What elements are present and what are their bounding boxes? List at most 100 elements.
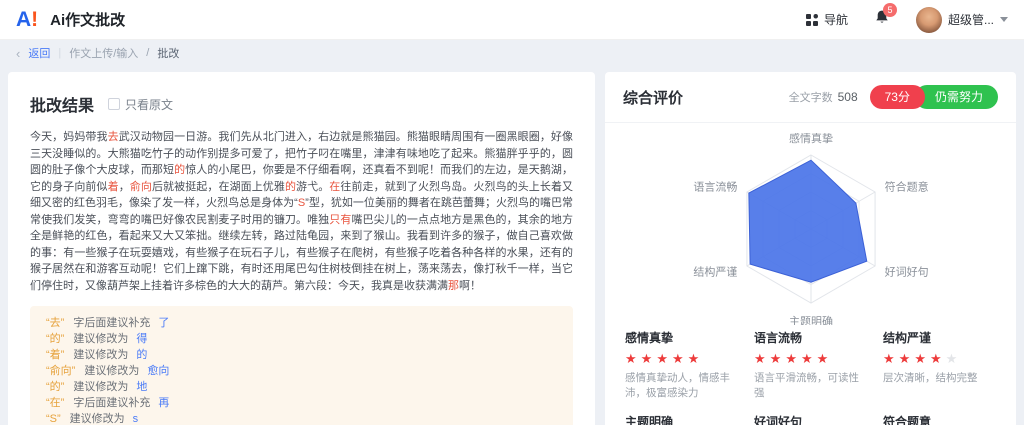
star-icon: ★ bbox=[688, 351, 704, 366]
user-name: 超级管... bbox=[948, 11, 994, 28]
suggestion-list: “去”字后面建议补充了“的”建议修改为得“着”建议修改为的“俞向”建议修改为愈向… bbox=[30, 306, 573, 425]
logo-letter: A bbox=[16, 8, 31, 32]
svg-text:语言流畅: 语言流畅 bbox=[693, 180, 737, 194]
essay-error-word[interactable]: 在 bbox=[329, 181, 340, 193]
suggestion-row[interactable]: “的”建议修改为地 bbox=[46, 379, 557, 395]
essay-error-word[interactable]: 只有 bbox=[329, 214, 351, 226]
suggestion-replacement: s bbox=[133, 413, 139, 425]
star-icon: ★ bbox=[946, 351, 962, 366]
rating-title: 感情真挚 bbox=[625, 329, 738, 346]
star-rating: ★★★★★ bbox=[625, 351, 738, 367]
apps-grid-icon bbox=[805, 13, 819, 27]
chevron-left-icon: ‹ bbox=[16, 46, 20, 61]
suggestion-row[interactable]: “着”建议修改为的 bbox=[46, 347, 557, 363]
nav-menu-button[interactable]: 导航 bbox=[805, 11, 848, 28]
star-rating: ★★★★★ bbox=[754, 351, 867, 367]
breadcrumb-back-link[interactable]: 返回 bbox=[28, 45, 50, 61]
suggestion-replacement: 愈向 bbox=[147, 365, 169, 377]
rating-title: 好词好句 bbox=[754, 413, 867, 425]
star-icon: ★ bbox=[914, 351, 930, 366]
suggestion-word: “的” bbox=[46, 381, 64, 393]
essay-text: 今天，妈妈带我 bbox=[30, 131, 108, 143]
suggestion-action: 字后面建议补充 bbox=[73, 317, 150, 329]
rating-block: 结构严谨★★★★★层次清晰，结构完整 bbox=[883, 329, 996, 401]
grade-badge: 仍需努力 bbox=[915, 85, 998, 109]
word-count-label: 全文字数 bbox=[789, 89, 833, 105]
rating-block: 语言流畅 ★★★★★ 语言平滑流畅，可读性强 bbox=[754, 329, 867, 401]
radar-chart-svg: 感情真挚符合题意好词好句主题明确结构严谨语言流畅 bbox=[631, 133, 991, 325]
word-count-value: 508 bbox=[838, 90, 858, 104]
rating-title: 结构严谨 bbox=[883, 329, 996, 346]
main-content: 批改结果 只看原文 今天，妈妈带我去武汉动物园一日游。我们先从北门进入，右边就是… bbox=[0, 66, 1024, 425]
star-icon: ★ bbox=[899, 351, 915, 366]
breadcrumb-separator: | bbox=[58, 47, 61, 59]
radar-chart: 感情真挚符合题意好词好句主题明确结构严谨语言流畅 bbox=[605, 123, 1016, 325]
essay-error-word[interactable]: 俞向 bbox=[130, 181, 152, 193]
rating-title: 主题明确 bbox=[625, 413, 738, 425]
breadcrumb-slash: / bbox=[146, 47, 149, 59]
svg-text:感情真挚: 感情真挚 bbox=[789, 133, 833, 145]
suggestion-replacement: 了 bbox=[158, 317, 169, 329]
rating-description: 感情真挚动人，情感丰沛，极富感染力 bbox=[625, 371, 738, 401]
breadcrumb-current: 批改 bbox=[157, 45, 179, 61]
essay-error-word[interactable]: 的 bbox=[174, 164, 185, 176]
view-original-checkbox[interactable]: 只看原文 bbox=[108, 96, 173, 113]
breadcrumb-section[interactable]: 作文上传/输入 bbox=[69, 45, 138, 61]
rating-block: 符合题意★★★★★能较好地把握题目要求，文章符合题意 bbox=[883, 413, 996, 425]
star-icon: ★ bbox=[801, 351, 817, 366]
suggestion-replacement: 得 bbox=[136, 333, 147, 345]
rating-block: 好词好句★★★★★能够适当运用好词好句，语言生动活泼 bbox=[754, 413, 867, 425]
rating-grid: 感情真挚★★★★★感情真挚动人，情感丰沛，极富感染力语言流畅★★★★★语言平滑流… bbox=[605, 325, 1016, 425]
evaluation-panel: 综合评价 全文字数 508 73分 仍需努力 感情真挚符合题意好词好句主题明确结… bbox=[605, 72, 1016, 425]
suggestion-action: 建议修改为 bbox=[84, 365, 139, 377]
essay-error-word[interactable]: 的 bbox=[285, 181, 296, 193]
rating-description: 层次清晰，结构完整 bbox=[883, 371, 996, 386]
correction-result-panel: 批改结果 只看原文 今天，妈妈带我去武汉动物园一日游。我们先从北门进入，右边就是… bbox=[8, 72, 595, 425]
app-logo: A! bbox=[16, 8, 38, 32]
suggestion-word: “S” bbox=[46, 413, 61, 425]
checkbox-label: 只看原文 bbox=[125, 96, 173, 113]
suggestion-row[interactable]: “的” 建议修改为得 bbox=[46, 331, 557, 347]
suggestion-row[interactable]: “S” 建议修改为 s bbox=[46, 411, 557, 425]
suggestion-action: 建议修改为 bbox=[70, 413, 125, 425]
user-menu[interactable]: 超级管... bbox=[916, 7, 1008, 33]
essay-error-word[interactable]: 着 bbox=[108, 181, 119, 193]
app-title: Ai作文批改 bbox=[50, 9, 125, 30]
essay-content: 今天，妈妈带我去武汉动物园一日游。我们先从北门进入，右边就是熊猫园。熊猫眼睛周围… bbox=[30, 129, 573, 294]
star-icon: ★ bbox=[672, 351, 688, 366]
star-icon: ★ bbox=[770, 351, 786, 366]
essay-text: 啊！ bbox=[459, 280, 481, 292]
suggestion-word: “去” bbox=[46, 317, 64, 329]
app-header: A! Ai作文批改 导航 5 超级管... bbox=[0, 0, 1024, 40]
chevron-down-icon bbox=[1000, 17, 1008, 22]
star-icon: ★ bbox=[785, 351, 801, 366]
evaluation-title: 综合评价 bbox=[623, 87, 683, 108]
star-icon: ★ bbox=[625, 351, 641, 366]
svg-text:符合题意: 符合题意 bbox=[884, 180, 928, 194]
essay-error-word[interactable]: 去 bbox=[108, 131, 119, 143]
logo-exclamation: ! bbox=[31, 8, 38, 32]
star-rating: ★★★★★ bbox=[883, 351, 996, 367]
suggestion-word: “的” bbox=[46, 333, 64, 345]
rating-title: 语言流畅 bbox=[754, 329, 867, 346]
suggestion-word: “在” bbox=[46, 397, 64, 409]
essay-error-word[interactable]: 那 bbox=[448, 280, 459, 292]
rating-description: 语言平滑流畅，可读性强 bbox=[754, 371, 867, 401]
suggestion-row[interactable]: “去” 字后面建议补充了 bbox=[46, 315, 557, 331]
suggestion-row[interactable]: “在”字后面建议补充再 bbox=[46, 395, 557, 411]
star-icon: ★ bbox=[883, 351, 899, 366]
svg-text:主题明确: 主题明确 bbox=[789, 315, 833, 325]
suggestion-word: “着” bbox=[46, 349, 64, 361]
star-icon: ★ bbox=[930, 351, 946, 366]
notifications-button[interactable]: 5 bbox=[874, 9, 890, 30]
suggestion-action: 建议修改为 bbox=[73, 349, 128, 361]
suggestion-action: 建议修改为 bbox=[73, 381, 128, 393]
breadcrumb: ‹ 返回 | 作文上传/输入 / 批改 bbox=[0, 40, 1024, 66]
suggestion-row[interactable]: “俞向”建议修改为愈向 bbox=[46, 363, 557, 379]
rating-block: 感情真挚 ★★★★★ 感情真挚动人，情感丰沛，极富感染力 bbox=[625, 329, 738, 401]
essay-text: ， bbox=[119, 181, 130, 193]
star-icon: ★ bbox=[641, 351, 657, 366]
suggestion-action: 建议修改为 bbox=[73, 333, 128, 345]
checkbox-icon bbox=[108, 98, 120, 110]
score-badge: 73分 bbox=[870, 85, 925, 109]
